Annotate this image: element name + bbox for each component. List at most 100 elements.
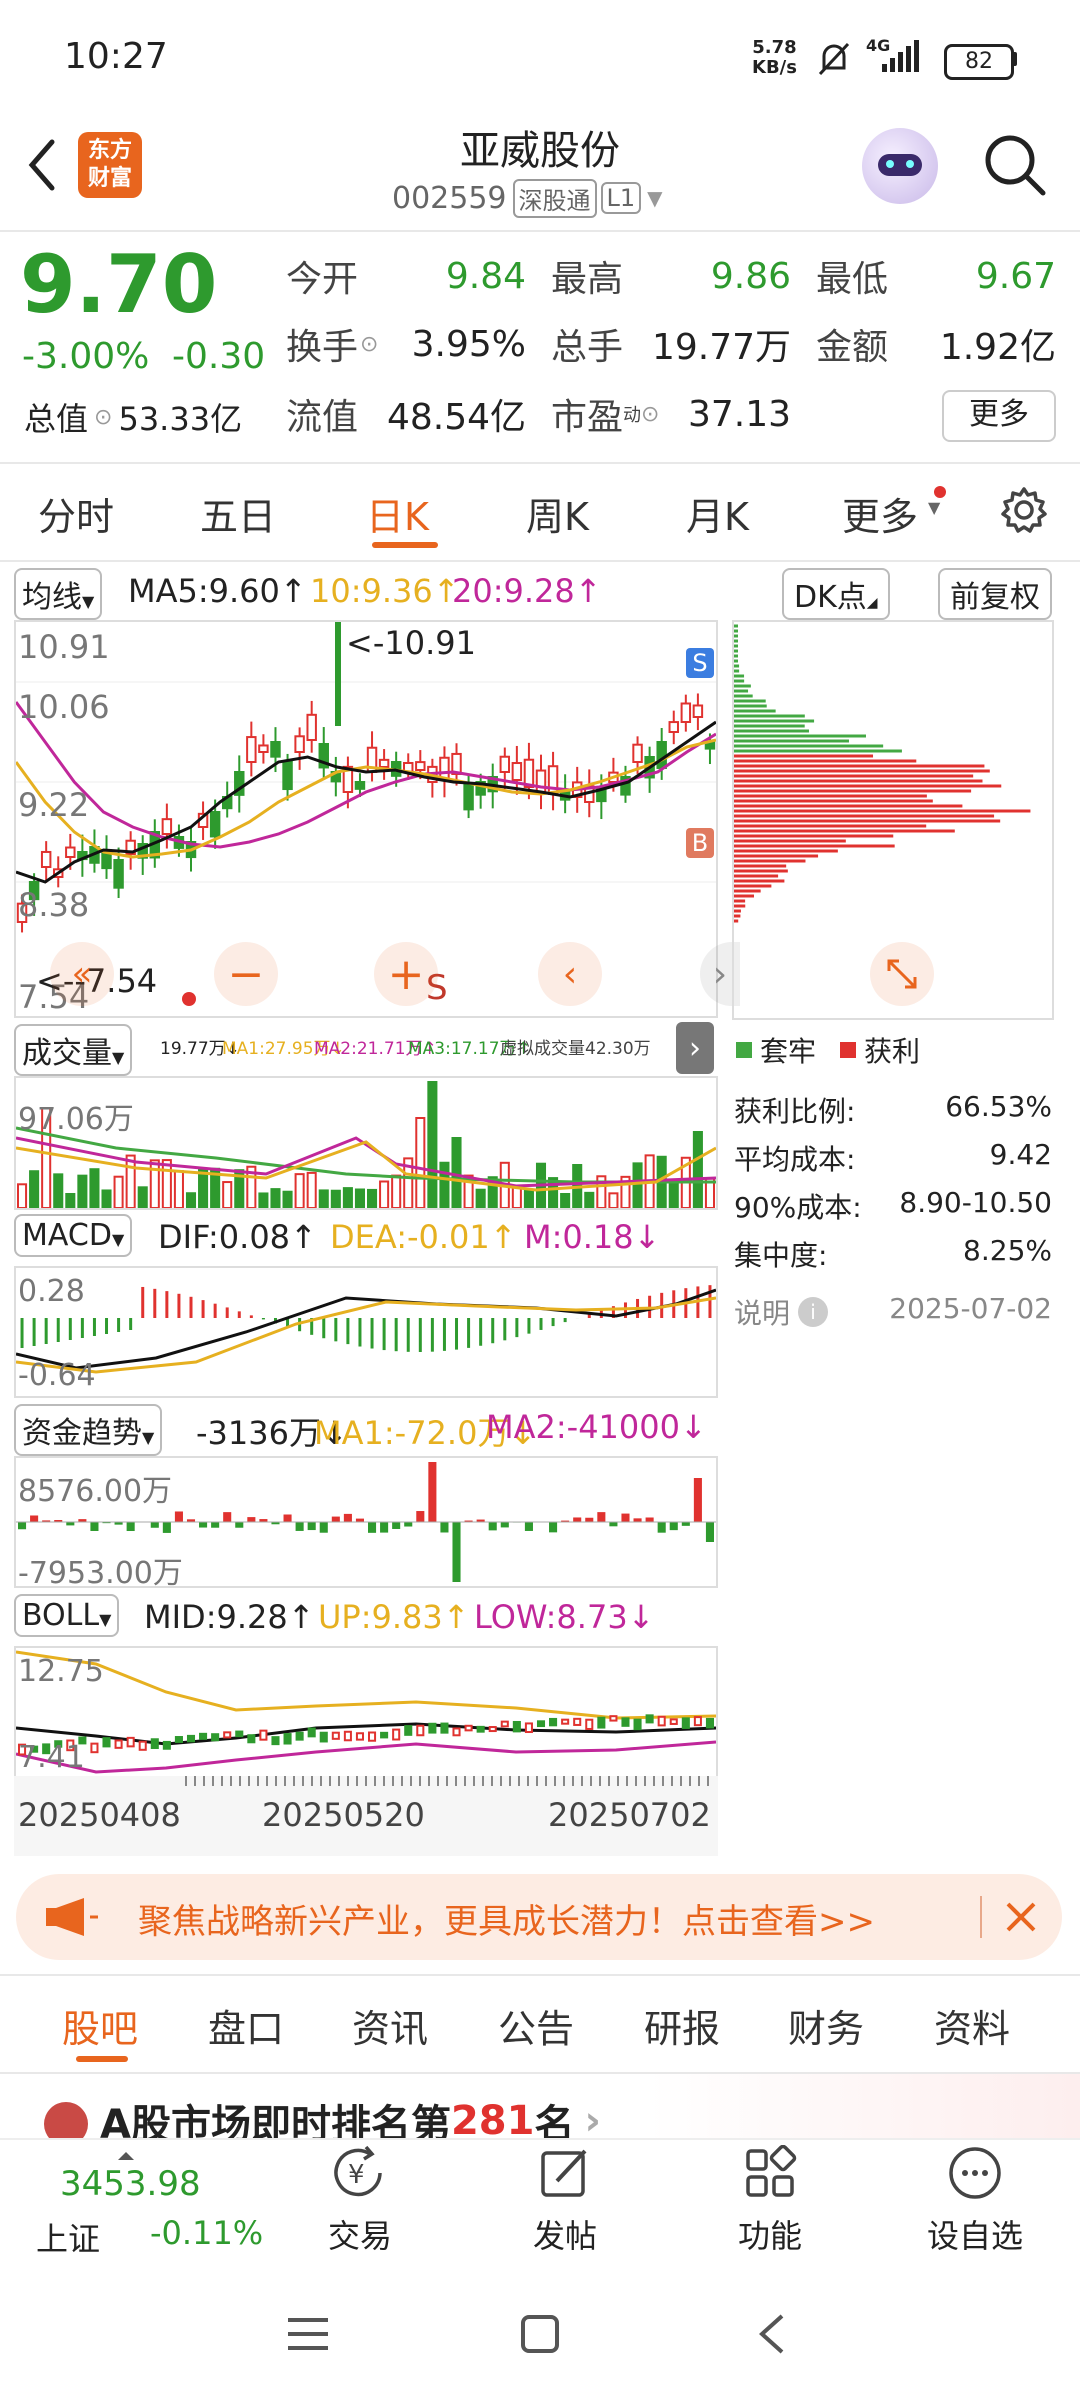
candle xyxy=(692,693,704,731)
volume-bar xyxy=(53,1173,64,1208)
macd-chart: 0.28 -0.64 xyxy=(14,1266,718,1398)
boll-candle xyxy=(645,1714,654,1724)
expand-panel-button[interactable]: › xyxy=(676,1022,714,1074)
fund-bar xyxy=(404,1522,413,1527)
boll-candle xyxy=(126,1736,135,1748)
y-label: 10.91 xyxy=(18,628,110,666)
home-icon[interactable] xyxy=(520,2314,560,2354)
banner-close-button[interactable] xyxy=(996,1892,1046,1942)
nav-add-watchlist[interactable]: 设自选 xyxy=(900,2145,1050,2257)
kline-chart[interactable]: 10.91 10.06 9.22 8.38 7.54 <-10.91 <--7.… xyxy=(14,620,740,1018)
y-label: 7.41 xyxy=(18,1740,85,1775)
tab-intraday[interactable]: 分时 xyxy=(38,486,114,541)
macd-select[interactable]: MACD▼ xyxy=(14,1214,133,1257)
tab-finance[interactable]: 财务 xyxy=(788,1998,864,2053)
banner-text: 聚焦战略新兴产业，更具成长潜力！点击查看>> xyxy=(138,1902,875,1942)
adjust-button[interactable]: 前复权 xyxy=(938,568,1052,620)
stock-title: 亚威股份 xyxy=(460,128,620,174)
svg-text:¥: ¥ xyxy=(348,2160,365,2190)
zoom-in-button[interactable]: + xyxy=(374,942,438,1006)
boll-candle xyxy=(271,1736,280,1746)
nav-functions[interactable]: 功能 xyxy=(695,2144,845,2257)
change-amount: -0.30 xyxy=(172,336,266,377)
boll-candle xyxy=(211,1733,220,1742)
boll-candle xyxy=(464,1724,473,1732)
date-label: 20250702 xyxy=(548,1796,711,1834)
boll-candle xyxy=(392,1728,401,1741)
kline-svg xyxy=(16,622,716,933)
boll-chart: 12.75 7.41 xyxy=(14,1646,718,1778)
zoom-out-button[interactable]: − xyxy=(214,942,278,1006)
fund-bar xyxy=(657,1522,666,1533)
boll-candle xyxy=(657,1715,666,1727)
macd-dea: DEA:-0.01↑ xyxy=(330,1218,517,1256)
candle xyxy=(294,727,305,770)
ranking-peek[interactable]: A股市场即时排名第 281 名 › xyxy=(0,2074,1080,2138)
tab-monthly-k[interactable]: 月K xyxy=(686,486,749,541)
tab-guba[interactable]: 股吧 xyxy=(62,1998,138,2053)
volume-bar xyxy=(608,1192,619,1208)
fund-bar xyxy=(416,1511,425,1522)
signal-icon xyxy=(882,40,919,72)
index-value: 3453.98 xyxy=(60,2164,201,2204)
dk-point-button[interactable]: DK点◢ xyxy=(782,568,890,620)
chevron-down-icon: ▼ xyxy=(928,498,941,517)
boll-candle xyxy=(512,1720,521,1733)
market-cap: 总值 ⊙ 53.33亿 xyxy=(24,400,243,438)
search-button[interactable] xyxy=(980,130,1050,200)
turnover-rate: 3.95% xyxy=(411,323,526,365)
tag-shenzhen-connect: 深股通 xyxy=(512,178,597,218)
stock-code-row[interactable]: 002559 深股通 L1 ▼ xyxy=(392,178,663,218)
nav-trade[interactable]: ¥ 交易 xyxy=(285,2145,435,2257)
volume-bar xyxy=(692,1131,703,1208)
tab-news[interactable]: 资讯 xyxy=(352,1998,428,2053)
fund-trend-select[interactable]: 资金趋势▼ xyxy=(14,1404,163,1456)
more-button[interactable]: 更多 xyxy=(942,390,1056,442)
chip-stat-90-cost: 90%成本: 8.90-10.50 xyxy=(734,1186,1052,1224)
volume-bar xyxy=(125,1154,136,1208)
tab-five-day[interactable]: 五日 xyxy=(200,486,276,541)
back-nav-icon[interactable] xyxy=(756,2312,786,2356)
index-change: -0.11% xyxy=(150,2214,264,2252)
scroll-left-button[interactable]: ‹ xyxy=(538,942,602,1006)
date-ticks xyxy=(185,1776,709,1786)
chevron-down-icon: ▼ xyxy=(111,1230,125,1249)
tab-more[interactable]: 更多 xyxy=(842,486,918,541)
fund-bar xyxy=(392,1522,401,1529)
boll-candle xyxy=(404,1725,413,1736)
volume-select[interactable]: 成交量▼ xyxy=(14,1024,133,1076)
expand-button[interactable] xyxy=(870,942,934,1006)
menu-icon[interactable] xyxy=(286,2314,330,2354)
index-ticker[interactable]: 3453.98 上证 -0.11% xyxy=(20,2144,264,2264)
tab-weekly-k[interactable]: 周K xyxy=(526,486,589,541)
status-time: 10:27 xyxy=(64,36,168,77)
boll-candle xyxy=(597,1716,606,1729)
chip-note-row[interactable]: 说明 i 2025-07-02 xyxy=(734,1292,1052,1332)
chip-stat-avg-cost: 平均成本: 9.42 xyxy=(734,1138,1052,1176)
boll-mid: MID:9.28↑ xyxy=(144,1598,315,1636)
candle xyxy=(40,841,52,883)
y-label: 12.75 xyxy=(18,1654,104,1689)
tab-announcements[interactable]: 公告 xyxy=(498,1998,574,2053)
promo-banner[interactable]: 聚焦战略新兴产业，更具成长潜力！点击查看>> xyxy=(16,1874,1062,1960)
expand-icon xyxy=(887,959,917,989)
fund-bar xyxy=(235,1522,244,1528)
nav-post[interactable]: 发帖 xyxy=(490,2145,640,2257)
tab-profile[interactable]: 资料 xyxy=(934,1998,1010,2053)
candle xyxy=(234,755,245,813)
scroll-left-fast-button[interactable]: « xyxy=(50,942,114,1006)
robot-assistant-icon[interactable] xyxy=(862,128,938,204)
max-price-note: <-10.91 xyxy=(346,624,476,662)
megaphone-icon xyxy=(46,1898,98,1936)
back-button[interactable] xyxy=(16,130,66,200)
tab-order-book[interactable]: 盘口 xyxy=(208,1998,284,2053)
volume-bar xyxy=(439,1161,450,1208)
tab-daily-k[interactable]: 日K xyxy=(366,486,429,541)
boll-candle xyxy=(343,1730,352,1742)
period-tabs: 分时 五日 日K 周K 月K 更多 ▼ xyxy=(0,476,1080,556)
volume-bar xyxy=(367,1188,378,1208)
boll-select[interactable]: BOLL▼ xyxy=(14,1594,120,1637)
tab-research[interactable]: 研报 xyxy=(644,1998,720,2053)
settings-button[interactable] xyxy=(996,482,1052,538)
ma-select[interactable]: 均线▼ xyxy=(14,568,103,620)
